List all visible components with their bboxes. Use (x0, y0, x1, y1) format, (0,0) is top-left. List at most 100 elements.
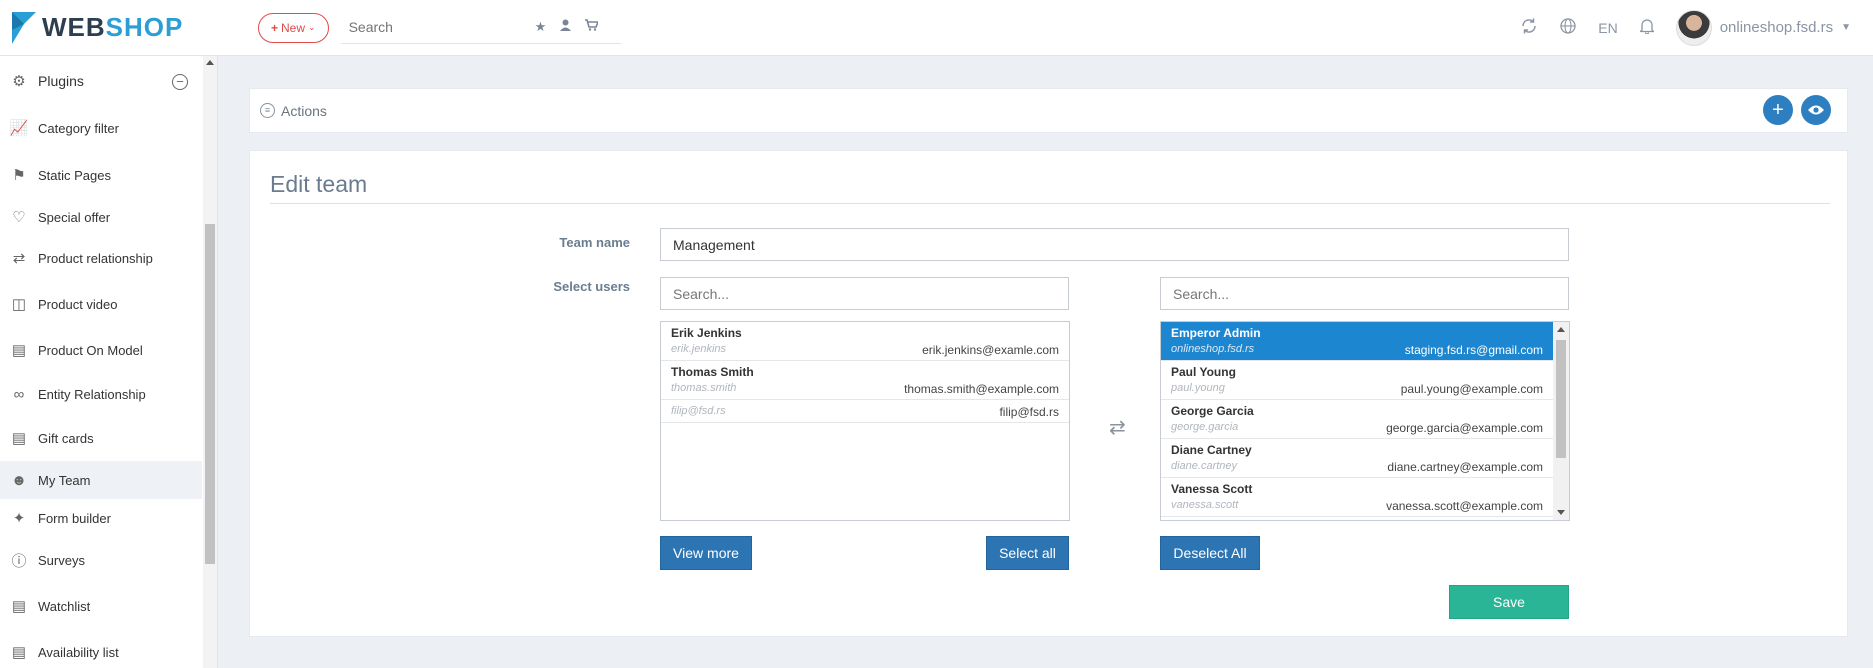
new-button[interactable]: + New ⌄ (258, 12, 329, 43)
sidebar-item-watchlist[interactable]: ▤ Watchlist (0, 587, 202, 625)
list-item[interactable]: Thomas Smith thomas.smith thomas.smith@e… (661, 361, 1069, 400)
list-item[interactable]: filip@fsd.rs filip@fsd.rs (661, 400, 1069, 423)
sidebar-section-plugins[interactable]: ⚙ Plugins − (0, 62, 202, 100)
sidebar-item-static-pages[interactable]: ⚑ Static Pages (0, 156, 202, 194)
sidebar-item-label: Static Pages (38, 167, 111, 183)
actions-bar: ≡ Actions + (249, 88, 1848, 133)
sidebar-item-label: Entity Relationship (38, 386, 146, 402)
user-username: onlineshop.fsd.rs (1171, 343, 1255, 355)
collapse-icon[interactable]: − (172, 74, 188, 90)
avatar (1675, 9, 1712, 46)
available-users-list[interactable]: Erik Jenkins erik.jenkins erik.jenkins@e… (660, 321, 1070, 521)
user-name: Emperor Admin (1171, 326, 1261, 340)
star-icon[interactable]: ★ (535, 19, 547, 35)
global-search-input[interactable] (340, 19, 531, 35)
list-item[interactable]: Vanessa Scott vanessa.scott vanessa.scot… (1161, 478, 1553, 517)
logo-shop: SHOP (105, 12, 184, 42)
list-item[interactable]: Erik Jenkins erik.jenkins erik.jenkins@e… (661, 322, 1069, 361)
eye-icon (1808, 105, 1824, 115)
list-item[interactable]: George Garcia george.garcia george.garci… (1161, 400, 1553, 439)
chart-icon: 📈 (9, 120, 29, 137)
image-icon: ▤ (11, 342, 27, 359)
globe-icon[interactable] (1560, 18, 1576, 37)
available-users-search[interactable]: Search... (660, 277, 1069, 310)
team-name-input[interactable]: Management (660, 228, 1569, 261)
title-divider (270, 203, 1830, 204)
scroll-down-icon[interactable] (1557, 510, 1565, 515)
sidebar-item-label: Gift cards (38, 430, 94, 446)
sidebar-item-label: My Team (38, 472, 91, 488)
link-icon: ∞ (13, 385, 25, 403)
selected-users-list[interactable]: Emperor Admin onlineshop.fsd.rs staging.… (1160, 321, 1570, 521)
sidebar-item-label: Special offer (38, 209, 111, 225)
user-menu[interactable]: onlineshop.fsd.rs ▼ (1675, 9, 1851, 46)
user-email: erik.jenkins@examle.com (922, 343, 1059, 357)
list-item[interactable]: Paul Young paul.young paul.young@example… (1161, 361, 1553, 400)
sidebar-item-product-relationship[interactable]: ⇄ Product relationship (0, 239, 202, 277)
user-name: George Garcia (1171, 404, 1254, 418)
user-name: Vanessa Scott (1171, 482, 1253, 496)
video-icon: ◫ (11, 296, 27, 313)
user-name: Thomas Smith (671, 365, 754, 379)
sidebar-item-product-on-model[interactable]: ▤ Product On Model (0, 331, 202, 369)
select-users-label: Select users (553, 279, 630, 294)
user-name: Diane Cartney (1171, 443, 1252, 457)
logo-web: WEB (42, 12, 106, 42)
user-username: george.garcia (1171, 421, 1239, 433)
sidebar-item-label: Product On Model (38, 342, 143, 358)
sidebar: ⚙ Plugins − 📈 Category filter ⚑ Static Pag… (0, 56, 218, 668)
list-icon: ≡ (260, 103, 275, 118)
user-email: paul.young@example.com (1400, 382, 1543, 396)
preview-button[interactable] (1801, 95, 1831, 125)
sidebar-scroll-thumb[interactable] (205, 224, 215, 564)
user-email: vanessa.scott@example.com (1386, 499, 1543, 513)
selected-list-scroll-thumb[interactable] (1556, 340, 1566, 458)
selected-users-search[interactable]: Search... (1160, 277, 1569, 310)
list-item[interactable]: Emperor Admin onlineshop.fsd.rs staging.… (1161, 322, 1553, 361)
user-username: diane.cartney (1171, 460, 1238, 472)
user-icon[interactable] (560, 19, 572, 35)
view-more-button[interactable]: View more (660, 536, 752, 570)
add-button[interactable]: + (1763, 95, 1793, 125)
webshop-logo[interactable]: WEBSHOP (10, 10, 240, 46)
user-username: filip@fsd.rs (671, 405, 726, 417)
sidebar-item-surveys[interactable]: ⓘ Surveys (0, 541, 202, 579)
heart-icon: ♡ (12, 209, 26, 226)
bell-icon[interactable] (1638, 18, 1655, 37)
bookmark-icon: ⚑ (12, 167, 26, 184)
user-name: Paul Young (1171, 365, 1236, 379)
sidebar-item-form-builder[interactable]: ✦ Form builder (0, 499, 202, 537)
sidebar-item-special-offer[interactable]: ♡ Special offer (0, 198, 202, 236)
sidebar-item-entity-relationship[interactable]: ∞ Entity Relationship (0, 375, 202, 413)
magic-icon: ✦ (12, 510, 26, 527)
logo-flag-icon (12, 11, 36, 44)
select-all-button[interactable]: Select all (986, 536, 1069, 570)
scroll-up-icon[interactable] (206, 60, 214, 65)
scroll-up-icon[interactable] (1557, 327, 1565, 332)
transfer-arrows-icon[interactable]: ⇄ (1109, 415, 1126, 440)
sidebar-item-category-filter[interactable]: 📈 Category filter (0, 109, 202, 147)
user-username: erik.jenkins (671, 343, 727, 355)
sidebar-item-label: Category filter (38, 120, 119, 136)
language-selector[interactable]: EN (1598, 20, 1617, 36)
actions-toggle[interactable]: ≡ Actions (260, 103, 327, 119)
sidebar-item-availability-list[interactable]: ▤ Availability list (0, 633, 202, 668)
sidebar-item-label: Watchlist (38, 598, 91, 614)
list-item[interactable]: Diane Cartney diane.cartney diane.cartne… (1161, 439, 1553, 478)
deselect-all-button[interactable]: Deselect All (1160, 536, 1260, 570)
cart-icon[interactable] (585, 19, 600, 35)
user-email: george.garcia@example.com (1386, 421, 1543, 435)
user-email: filip@fsd.rs (999, 405, 1059, 419)
sidebar-item-my-team[interactable]: ☻ My Team (0, 461, 202, 499)
gift-icon: ▤ (11, 430, 27, 447)
sidebar-item-gift-cards[interactable]: ▤ Gift cards (0, 419, 202, 457)
page-title: Edit team (270, 171, 368, 197)
refresh-icon[interactable] (1520, 17, 1538, 38)
sidebar-item-label: Product video (38, 296, 118, 312)
shuffle-icon: ⇄ (12, 250, 26, 267)
save-button[interactable]: Save (1449, 585, 1569, 619)
clipboard-icon: ▤ (11, 644, 27, 661)
sidebar-item-product-video[interactable]: ◫ Product video (0, 285, 202, 323)
user-name: onlineshop.fsd.rs (1719, 19, 1834, 36)
users-icon: ☻ (11, 471, 27, 489)
